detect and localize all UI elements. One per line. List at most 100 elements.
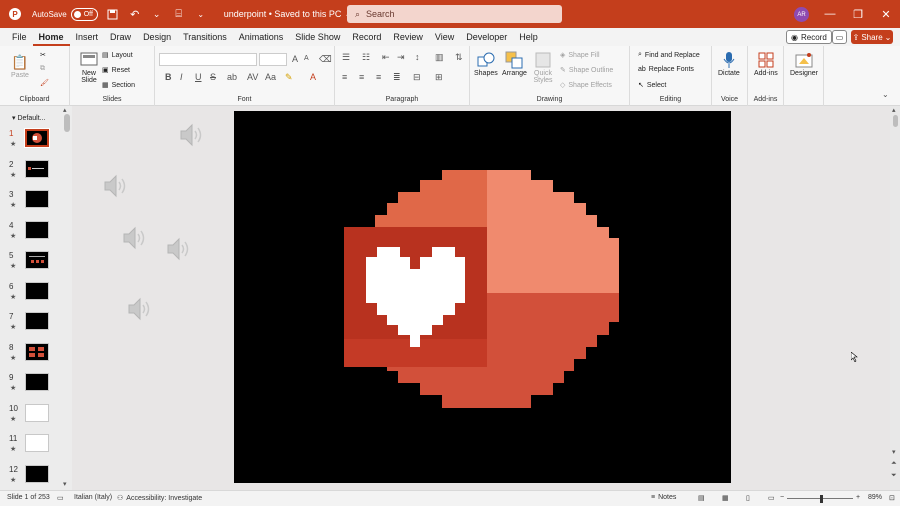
slide-thumbnail-row[interactable]: 4 ★: [0, 220, 60, 247]
slide-thumbnail-row[interactable]: 6 ★: [0, 281, 60, 308]
find-replace-button[interactable]: ⌕ Find and Replace: [638, 51, 700, 59]
line-spacing-icon[interactable]: ↕: [415, 52, 420, 62]
tab-animations[interactable]: Animations: [233, 28, 290, 46]
tab-file[interactable]: File: [6, 28, 33, 46]
decrease-font-icon[interactable]: A: [304, 55, 309, 62]
font-format-3-button[interactable]: S: [210, 72, 216, 82]
fit-slide-icon[interactable]: ⊡: [889, 494, 895, 502]
present-icon[interactable]: ⌸: [172, 7, 186, 21]
avatar[interactable]: AR: [794, 7, 809, 22]
slide-thumbnail-row[interactable]: 9 ★: [0, 373, 60, 399]
slide-thumbnail[interactable]: [25, 190, 49, 208]
text-direction-icon[interactable]: ⇅: [455, 52, 463, 63]
font-color-icon[interactable]: A: [310, 72, 316, 82]
audio-speaker-icon[interactable]: [126, 296, 154, 322]
slide-thumbnail[interactable]: [25, 312, 49, 330]
font-name-box[interactable]: [159, 53, 257, 66]
columns-icon[interactable]: ▥: [435, 52, 444, 63]
restore-icon[interactable]: ❐: [844, 0, 872, 28]
tab-record[interactable]: Record: [346, 28, 387, 46]
scroll-down-icon[interactable]: ▾: [892, 448, 896, 456]
undo-icon[interactable]: ↶: [128, 7, 142, 21]
slide-sorter-icon[interactable]: ▦: [722, 494, 729, 502]
tab-review[interactable]: Review: [387, 28, 429, 46]
increase-indent-icon[interactable]: ⇥: [397, 52, 405, 63]
normal-view-icon[interactable]: ▤: [698, 494, 705, 502]
addins-button[interactable]: Add-ins: [754, 50, 778, 77]
numbering-icon[interactable]: ☷: [362, 52, 370, 63]
close-icon[interactable]: ✕: [872, 0, 900, 28]
audio-speaker-icon[interactable]: [121, 225, 149, 251]
save-icon[interactable]: [106, 7, 120, 21]
section-header[interactable]: ▾ Default...: [12, 114, 45, 122]
font-format-2-button[interactable]: U: [195, 72, 202, 82]
select-button[interactable]: ↖ Select: [638, 81, 666, 90]
shape-fill-button[interactable]: ◈ Shape Fill: [560, 51, 600, 60]
paste-button[interactable]: 📋 Paste: [10, 52, 30, 80]
autosave-toggle[interactable]: Off: [70, 7, 98, 21]
minimize-icon[interactable]: —: [816, 0, 844, 28]
decrease-indent-icon[interactable]: ⇤: [382, 52, 390, 63]
slide-thumbnail-row[interactable]: 8 ★: [0, 342, 60, 369]
slide-thumbnail-row[interactable]: 5 ★: [0, 251, 60, 277]
panel-scrollbar-thumb[interactable]: [64, 114, 70, 132]
quick-styles-button[interactable]: Quick Styles: [532, 50, 554, 84]
tab-draw[interactable]: Draw: [104, 28, 137, 46]
audio-speaker-icon[interactable]: [178, 122, 206, 148]
comments-icon[interactable]: ▭: [832, 30, 847, 44]
replace-fonts-button[interactable]: ab Replace Fonts: [638, 66, 694, 73]
scroll-down-icon[interactable]: ▾: [63, 480, 67, 488]
reading-view-icon[interactable]: ▯: [746, 494, 750, 502]
bullets-icon[interactable]: ☰: [342, 52, 350, 63]
align-right-icon[interactable]: ≡: [376, 72, 381, 82]
audio-speaker-icon[interactable]: [165, 236, 193, 262]
align-text-icon[interactable]: ⊟: [413, 72, 421, 83]
font-format-4-button[interactable]: ab: [227, 72, 237, 82]
copy-icon[interactable]: ⧉: [40, 65, 45, 73]
share-button[interactable]: ⇪ Share ⌄: [851, 30, 893, 44]
justify-icon[interactable]: ≣: [393, 72, 401, 83]
scroll-up-icon[interactable]: ▴: [63, 106, 67, 114]
highlight-icon[interactable]: ✎: [285, 72, 293, 83]
slide-thumbnail[interactable]: [25, 342, 49, 361]
zoom-out-icon[interactable]: −: [780, 494, 784, 501]
zoom-level[interactable]: 89%: [868, 494, 882, 501]
shapes-button[interactable]: Shapes: [474, 50, 498, 77]
shape-outline-button[interactable]: ✎ Shape Outline: [560, 66, 613, 75]
shape-effects-button[interactable]: ◇ Shape Effects: [560, 81, 612, 90]
slide-thumbnail[interactable]: [25, 434, 49, 452]
scroll-up-icon[interactable]: ▴: [892, 106, 896, 114]
tab-developer[interactable]: Developer: [460, 28, 513, 46]
font-format-6-button[interactable]: Aa: [265, 72, 276, 82]
smartart-icon[interactable]: ⊞: [435, 72, 443, 83]
zoom-in-icon[interactable]: +: [856, 494, 860, 501]
section-button[interactable]: ▦ Section: [102, 81, 135, 90]
increase-font-icon[interactable]: A: [292, 54, 298, 64]
tab-transitions[interactable]: Transitions: [177, 28, 233, 46]
slide-thumbnail-row[interactable]: 2 ★: [0, 159, 60, 186]
tab-home[interactable]: Home: [32, 28, 70, 46]
clear-formatting-icon[interactable]: ⌫: [319, 54, 332, 65]
slide-thumbnail[interactable]: [25, 373, 49, 391]
slideshow-view-icon[interactable]: ▭: [768, 494, 775, 502]
tab-view[interactable]: View: [429, 28, 460, 46]
document-title[interactable]: underpoint • Saved to this PC⌄: [224, 9, 352, 20]
slide-thumbnail[interactable]: [25, 464, 49, 483]
collapse-ribbon-icon[interactable]: ⌄: [882, 90, 889, 99]
reset-button[interactable]: ▣ Reset: [102, 66, 130, 75]
previous-slide-icon[interactable]: ⏶: [891, 460, 897, 468]
align-left-icon[interactable]: ≡: [342, 72, 347, 82]
slide-thumbnail-row[interactable]: 3 ★: [0, 190, 60, 216]
canvas-scrollbar-thumb[interactable]: [893, 115, 898, 127]
customize-quick-access-icon[interactable]: ⌄: [194, 7, 208, 21]
slide-thumbnail[interactable]: [25, 220, 49, 239]
align-center-icon[interactable]: ≡: [359, 72, 364, 82]
zoom-slider-thumb[interactable]: [820, 495, 823, 503]
arrange-button[interactable]: Arrange: [502, 50, 527, 77]
slide-thumbnail-row[interactable]: 7 ★: [0, 312, 60, 338]
slide-thumbnail[interactable]: [25, 251, 49, 269]
layout-button[interactable]: ▤ Layout: [102, 51, 133, 60]
slide-thumbnail[interactable]: [25, 403, 49, 422]
slide-thumbnail[interactable]: [25, 281, 49, 300]
search-box[interactable]: ⌕ Search: [347, 5, 562, 23]
